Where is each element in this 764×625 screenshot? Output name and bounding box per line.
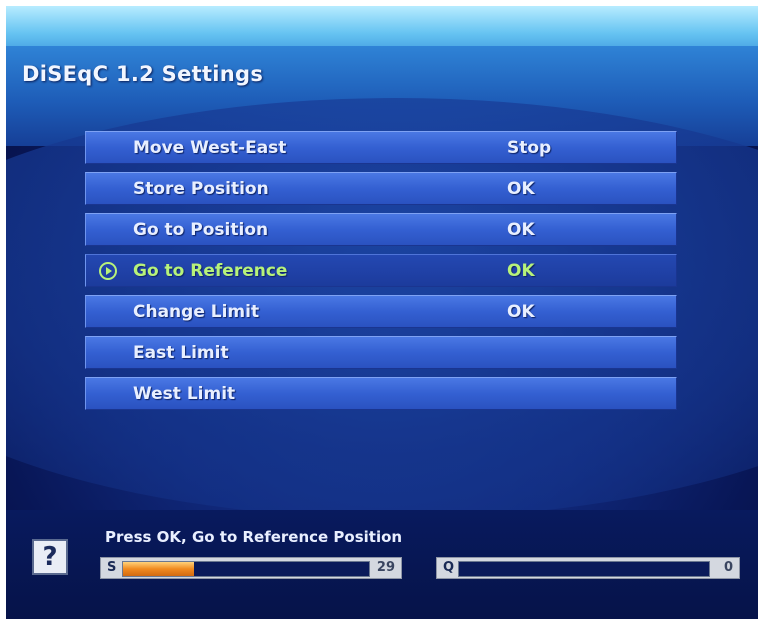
help-icon[interactable]: ?: [32, 539, 68, 575]
menu-item-value: OK: [507, 302, 535, 322]
menu-item-value: OK: [507, 220, 535, 240]
menu-item-east-limit[interactable]: East Limit: [85, 336, 677, 369]
play-cursor-icon: [99, 262, 117, 280]
menu-item-label: East Limit: [133, 343, 229, 363]
menu-item-change-limit[interactable]: Change Limit OK: [85, 295, 677, 328]
signal-track: [122, 561, 370, 577]
signal-fill: [123, 562, 195, 576]
quality-value: 0: [723, 560, 733, 575]
menu-item-label: Go to Position: [133, 220, 269, 240]
menu-item-label: Change Limit: [133, 302, 260, 322]
settings-menu: Move West-East Stop Store Position OK Go…: [85, 131, 677, 418]
menu-item-label: Go to Reference: [133, 261, 288, 281]
menu-item-label: Move West-East: [133, 138, 287, 158]
menu-item-value: Stop: [507, 138, 552, 158]
signal-value: 29: [376, 560, 395, 575]
menu-item-value: OK: [507, 179, 535, 199]
menu-item-label: West Limit: [133, 384, 236, 404]
menu-item-go-to-position[interactable]: Go to Position OK: [85, 213, 677, 246]
menu-item-west-limit[interactable]: West Limit: [85, 377, 677, 410]
signal-strength-meter: S 29: [100, 557, 402, 579]
menu-item-go-to-reference[interactable]: Go to Reference OK: [85, 254, 677, 287]
quality-tag: Q: [443, 560, 455, 575]
menu-item-move-west-east[interactable]: Move West-East Stop: [85, 131, 677, 164]
help-hint-text: Press OK, Go to Reference Position: [105, 528, 403, 546]
menu-item-label: Store Position: [133, 179, 269, 199]
menu-item-store-position[interactable]: Store Position OK: [85, 172, 677, 205]
page-title: DiSEqC 1.2 Settings: [22, 62, 264, 86]
signal-quality-meter: Q 0: [436, 557, 740, 579]
quality-track: [458, 561, 710, 577]
signal-tag: S: [107, 560, 117, 575]
menu-item-value: OK: [507, 261, 535, 281]
